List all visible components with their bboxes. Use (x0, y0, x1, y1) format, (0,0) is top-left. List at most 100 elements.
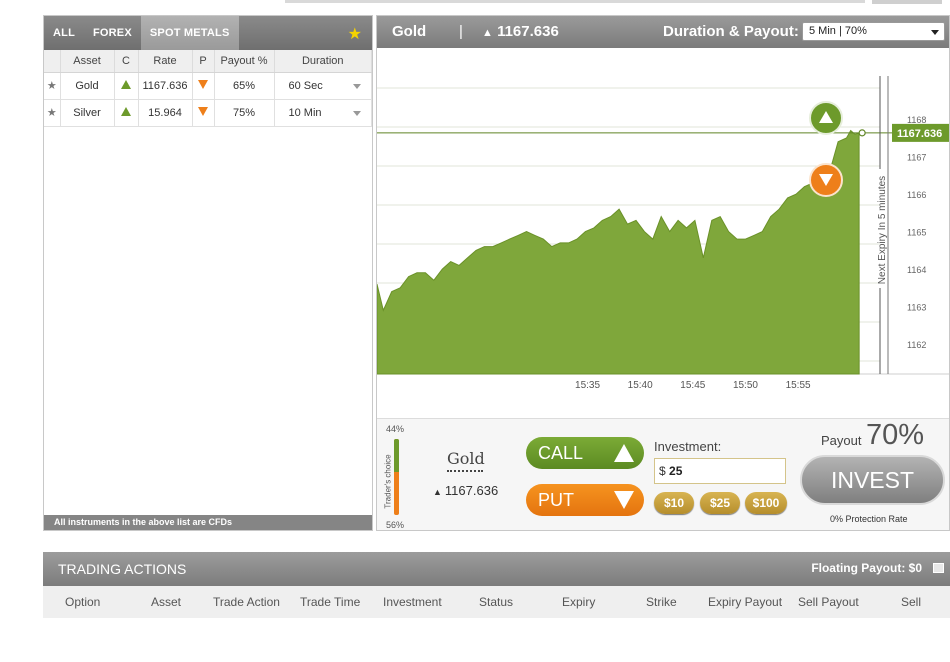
floating-payout: Floating Payout: $0 (811, 561, 922, 575)
y-tick-label: 1164 (907, 265, 926, 275)
asset-name: Silver (60, 99, 115, 127)
trade-controls: 44% Trader's choice 56% Gold ▲ 1167.636 C… (377, 418, 949, 530)
col-investment: Investment (383, 595, 442, 609)
arrow-down-icon (614, 491, 634, 509)
header-call: C (114, 50, 139, 73)
y-tick-label: 1168 (907, 115, 926, 125)
chevron-down-icon (353, 110, 361, 116)
header-separator: | (459, 23, 463, 40)
duration-payout-select[interactable]: 5 Min | 70% (802, 22, 945, 41)
put-arrow-icon[interactable] (192, 99, 215, 127)
put-arrow-icon[interactable] (192, 72, 215, 100)
x-tick-label: 15:55 (786, 380, 811, 391)
y-tick-label: 1165 (907, 228, 926, 238)
selected-asset-rate: ▲ 1167.636 (433, 483, 498, 498)
quick-amount-10-button[interactable]: $10 (654, 492, 694, 514)
rate-up-icon: ▲ (482, 27, 493, 39)
tab-spot-metals[interactable]: SPOT METALS (140, 16, 239, 50)
put-button[interactable]: PUT (526, 484, 644, 516)
browser-scrollbar (285, 0, 865, 3)
call-arrow-icon[interactable] (114, 99, 139, 127)
col-expiry-payout: Expiry Payout (708, 595, 783, 609)
tab-all[interactable]: ALL (44, 16, 84, 50)
chart-panel: Gold | ▲ 1167.636 Duration & Payout: 5 M… (376, 15, 950, 531)
trading-actions-header: TRADING ACTIONS Floating Payout: $0 (43, 552, 950, 586)
col-asset: Asset (151, 595, 182, 609)
x-tick-label: 15:50 (733, 380, 758, 391)
expiry-label: Next Expiry In 5 minutes (877, 176, 888, 284)
price-area-series (377, 129, 860, 375)
asset-payout: 75% (214, 99, 275, 127)
table-row[interactable]: ★ Gold 1167.636 65% 60 Sec (44, 72, 372, 100)
col-option: Option (65, 595, 101, 609)
row-star-icon[interactable]: ★ (44, 72, 61, 100)
y-tick-label: 1162 (907, 340, 926, 350)
rate-up-icon: ▲ (433, 487, 442, 497)
duration-value: 60 Sec (288, 79, 323, 92)
col-sell: Sell (901, 595, 922, 609)
chart-rate-value: 1167.636 (497, 23, 559, 40)
asset-rate: 15.964 (138, 99, 193, 127)
asset-category-tabs: ALL FOREX SPOT METALS ★ (44, 16, 372, 50)
invest-button[interactable]: INVEST (800, 455, 945, 505)
investment-input[interactable]: $ 25 (654, 458, 786, 484)
x-tick-label: 15:35 (575, 380, 600, 391)
window-icon[interactable] (933, 563, 944, 573)
x-tick-label: 15:40 (628, 380, 653, 391)
y-tick-label: 1167 (907, 153, 926, 163)
asset-name: Gold (60, 72, 115, 100)
col-trade-time: Trade Time (300, 595, 361, 609)
asset-list-panel: ALL FOREX SPOT METALS ★ Asset C Rate P P… (43, 15, 373, 531)
x-tick-label: 15:45 (680, 380, 705, 391)
traders-choice-call-fill (394, 439, 399, 473)
header-payout: Payout % (214, 50, 275, 73)
trading-actions-columns: Option Asset Trade Action Trade Time Inv… (43, 586, 950, 618)
duration-payout-label: Duration & Payout: (663, 23, 799, 40)
cfd-note: All instruments in the above list are CF… (44, 515, 372, 530)
current-price-label: 1167.636 (897, 128, 942, 140)
browser-top-strip (0, 0, 950, 8)
header-duration: Duration (274, 50, 372, 73)
row-star-icon[interactable]: ★ (44, 99, 61, 127)
col-trade-action: Trade Action (213, 595, 280, 609)
trading-actions-title: TRADING ACTIONS (58, 561, 187, 577)
call-label: CALL (538, 443, 584, 463)
protection-rate: 0% Protection Rate (830, 514, 908, 524)
traders-choice-bar (394, 439, 399, 515)
table-row[interactable]: ★ Silver 15.964 75% 10 Min (44, 99, 372, 127)
selected-rate-value: 1167.636 (444, 483, 499, 498)
col-expiry: Expiry (562, 595, 596, 609)
asset-table: Asset C Rate P Payout % Duration ★ Gold … (44, 50, 372, 127)
duration-select[interactable]: 10 Min (274, 99, 372, 127)
call-button[interactable]: CALL (526, 437, 644, 469)
chart-header: Gold | ▲ 1167.636 Duration & Payout: 5 M… (377, 16, 949, 48)
chevron-down-icon (931, 30, 939, 35)
header-fav (44, 50, 61, 73)
y-tick-label: 1166 (907, 190, 926, 200)
y-tick-label: 1163 (907, 303, 926, 313)
col-status: Status (479, 595, 514, 609)
header-rate: Rate (138, 50, 193, 73)
duration-select[interactable]: 60 Sec (274, 72, 372, 100)
header-put: P (192, 50, 215, 73)
tab-forex[interactable]: FOREX (84, 16, 141, 50)
asset-table-header: Asset C Rate P Payout % Duration (44, 50, 372, 73)
currency-symbol: $ (659, 464, 666, 478)
chart-rate: ▲ 1167.636 (482, 23, 559, 40)
traders-choice-label: Trader's choice (383, 454, 393, 509)
duration-value: 10 Min (288, 106, 322, 119)
quick-amount-100-button[interactable]: $100 (745, 492, 787, 514)
arrow-up-icon (614, 444, 634, 462)
traders-choice-bottom-pct: 56% (386, 520, 405, 530)
put-label: PUT (538, 490, 574, 510)
header-asset: Asset (60, 50, 115, 73)
quick-amount-25-button[interactable]: $25 (700, 492, 740, 514)
payout-label: Payout (821, 433, 862, 448)
payout-percent: 70% (866, 419, 925, 451)
call-arrow-icon[interactable] (114, 72, 139, 100)
col-sell-payout: Sell Payout (798, 595, 859, 609)
price-chart[interactable]: 15:35 15:40 15:45 15:50 15:55 1168 1167 1166 116… (377, 48, 950, 418)
duration-payout-value: 5 Min | 70% (809, 25, 867, 37)
favorites-star-icon[interactable]: ★ (348, 24, 362, 44)
chart-asset-name: Gold (392, 23, 427, 40)
